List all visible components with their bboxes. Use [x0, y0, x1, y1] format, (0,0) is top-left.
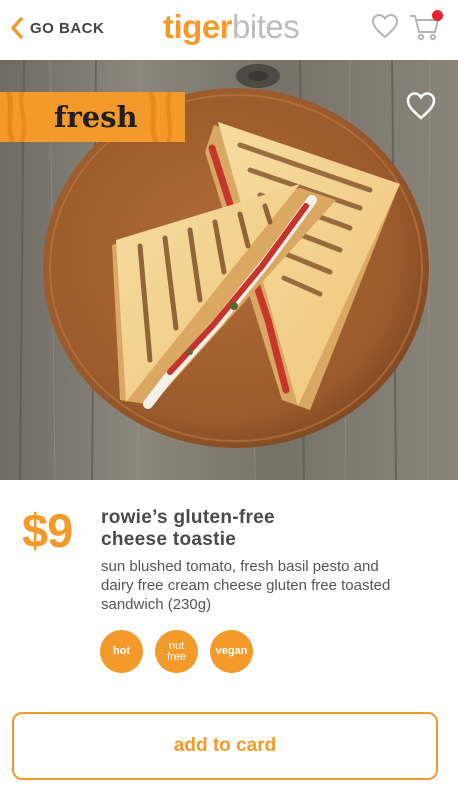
cart-badge: [432, 10, 443, 21]
product-detail-screen: GO BACK tigerbites fresh $9 rowie’s glut…: [0, 0, 458, 800]
description-line-3: sandwich (230g): [101, 596, 212, 613]
tag-vegan: vegan: [210, 630, 253, 673]
fresh-label: fresh: [54, 100, 138, 134]
go-back-label: GO BACK: [30, 19, 105, 37]
tag-hot: hot: [100, 630, 143, 673]
add-to-cart-button[interactable]: add to card: [12, 712, 438, 780]
tag-nut-free-line-2: free: [167, 650, 186, 663]
app-logo[interactable]: tigerbites: [163, 7, 300, 47]
product-price: $9: [22, 504, 73, 557]
tag-hot-label: hot: [112, 645, 131, 657]
tag-vegan-label: vegan: [215, 645, 248, 657]
logo-text-bites: bites: [232, 8, 300, 45]
go-back-button[interactable]: GO BACK: [10, 14, 104, 42]
product-title: rowie’s gluten-free cheese toastie: [101, 507, 431, 551]
heart-outline-icon[interactable]: [371, 13, 399, 39]
fresh-badge: fresh: [0, 92, 185, 142]
chevron-left-icon: [11, 17, 23, 39]
description-line-1: sun blushed tomato, fresh basil pesto an…: [101, 558, 379, 575]
header-bar: GO BACK tigerbites: [0, 0, 458, 60]
favorite-heart-icon[interactable]: [405, 91, 437, 121]
product-title-line-2: cheese toastie: [101, 529, 237, 550]
tag-nut-free: nut free: [155, 630, 198, 673]
diet-tags: hot nut free vegan: [100, 630, 265, 673]
logo-text-tiger: tiger: [163, 8, 233, 45]
add-to-cart-label: add to card: [173, 735, 277, 756]
tag-nut-free-label: nut free: [167, 640, 186, 663]
product-title-line-1: rowie’s gluten-free: [101, 507, 275, 528]
description-line-2: dairy free cream cheese gluten free toas…: [101, 577, 391, 594]
product-description: sun blushed tomato, fresh basil pesto an…: [101, 557, 431, 614]
